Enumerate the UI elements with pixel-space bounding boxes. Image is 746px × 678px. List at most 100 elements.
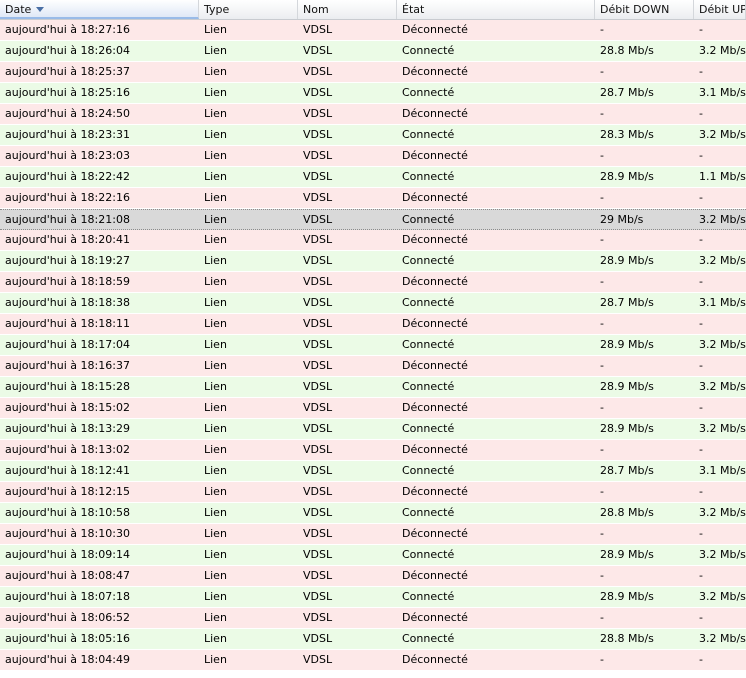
cell-date: aujourd'hui à 18:13:29 (5, 422, 130, 435)
cell-debit-down: - (600, 65, 604, 78)
table-row[interactable]: aujourd'hui à 18:12:41 Lien VDSL Connecté 28… (0, 461, 746, 482)
cell-date: aujourd'hui à 18:18:11 (5, 317, 130, 330)
column-header-nom[interactable]: Nom (298, 0, 397, 19)
cell-debit-down: - (600, 275, 604, 288)
cell-date: aujourd'hui à 18:04:49 (5, 653, 130, 666)
cell-debit-down: - (600, 401, 604, 414)
table-row[interactable]: aujourd'hui à 18:22:42 Lien VDSL Connecté 28… (0, 167, 746, 188)
table-row[interactable]: aujourd'hui à 18:06:52 Lien VDSL Déconnecté… (0, 608, 746, 629)
column-header-nom-label: Nom (303, 3, 329, 16)
cell-date: aujourd'hui à 18:23:31 (5, 128, 130, 141)
table-row[interactable]: aujourd'hui à 18:23:31 Lien VDSL Connecté 28… (0, 125, 746, 146)
cell-etat: Déconnecté (402, 65, 468, 78)
cell-type: Lien (204, 548, 227, 561)
cell-nom: VDSL (303, 653, 333, 666)
table-row[interactable]: aujourd'hui à 18:26:04 Lien VDSL Connecté 28… (0, 41, 746, 62)
cell-type: Lien (204, 213, 227, 226)
cell-type: Lien (204, 632, 227, 645)
table-row[interactable]: aujourd'hui à 18:13:29 Lien VDSL Connecté 28… (0, 419, 746, 440)
cell-date: aujourd'hui à 18:21:08 (5, 213, 130, 226)
table-row[interactable]: aujourd'hui à 18:10:58 Lien VDSL Connecté 28… (0, 503, 746, 524)
cell-debit-up: - (699, 485, 703, 498)
table-row[interactable]: aujourd'hui à 18:05:16 Lien VDSL Connecté 28… (0, 629, 746, 650)
cell-debit-down: - (600, 23, 604, 36)
cell-debit-up: 3.2 Mb/s (699, 422, 746, 435)
cell-debit-down: 28.9 Mb/s (600, 338, 654, 351)
cell-date: aujourd'hui à 18:08:47 (5, 569, 130, 582)
cell-debit-up: - (699, 233, 703, 246)
table-row[interactable]: aujourd'hui à 18:27:16 Lien VDSL Déconnecté… (0, 20, 746, 41)
column-header-date-label: Date (5, 3, 32, 16)
table-row[interactable]: aujourd'hui à 18:25:37 Lien VDSL Déconnecté… (0, 62, 746, 83)
cell-debit-up: 3.2 Mb/s (699, 213, 746, 226)
cell-nom: VDSL (303, 422, 333, 435)
cell-etat: Connecté (402, 632, 455, 645)
cell-debit-down: 28.8 Mb/s (600, 632, 654, 645)
cell-date: aujourd'hui à 18:18:59 (5, 275, 130, 288)
cell-date: aujourd'hui à 18:12:15 (5, 485, 130, 498)
cell-type: Lien (204, 506, 227, 519)
column-header-debit-down[interactable]: Débit DOWN (595, 0, 694, 19)
table-row[interactable]: aujourd'hui à 18:21:08 Lien VDSL Connecté 29… (0, 209, 746, 230)
cell-etat: Déconnecté (402, 107, 468, 120)
cell-nom: VDSL (303, 338, 333, 351)
cell-debit-down: - (600, 317, 604, 330)
cell-type: Lien (204, 233, 227, 246)
table-row[interactable]: aujourd'hui à 18:12:15 Lien VDSL Déconnecté… (0, 482, 746, 503)
table-row[interactable]: aujourd'hui à 18:18:59 Lien VDSL Déconnecté… (0, 272, 746, 293)
column-header-type[interactable]: Type (199, 0, 298, 19)
cell-nom: VDSL (303, 213, 333, 226)
cell-date: aujourd'hui à 18:15:28 (5, 380, 130, 393)
cell-date: aujourd'hui à 18:26:04 (5, 44, 130, 57)
column-header-etat[interactable]: État (397, 0, 595, 19)
cell-nom: VDSL (303, 443, 333, 456)
table-row[interactable]: aujourd'hui à 18:18:11 Lien VDSL Déconnecté… (0, 314, 746, 335)
cell-nom: VDSL (303, 632, 333, 645)
table-row[interactable]: aujourd'hui à 18:25:16 Lien VDSL Connecté 28… (0, 83, 746, 104)
cell-debit-down: 28.7 Mb/s (600, 296, 654, 309)
cell-nom: VDSL (303, 275, 333, 288)
cell-etat: Déconnecté (402, 275, 468, 288)
cell-debit-up: 3.2 Mb/s (699, 338, 746, 351)
table-row[interactable]: aujourd'hui à 18:24:50 Lien VDSL Déconnecté… (0, 104, 746, 125)
cell-type: Lien (204, 317, 227, 330)
cell-type: Lien (204, 107, 227, 120)
cell-etat: Déconnecté (402, 485, 468, 498)
table-row[interactable]: aujourd'hui à 18:08:47 Lien VDSL Déconnecté… (0, 566, 746, 587)
cell-etat: Déconnecté (402, 443, 468, 456)
table-row[interactable]: aujourd'hui à 18:16:37 Lien VDSL Déconnecté… (0, 356, 746, 377)
table-row[interactable]: aujourd'hui à 18:17:04 Lien VDSL Connecté 28… (0, 335, 746, 356)
table-row[interactable]: aujourd'hui à 18:20:41 Lien VDSL Déconnecté… (0, 230, 746, 251)
table-row[interactable]: aujourd'hui à 18:22:16 Lien VDSL Déconnecté… (0, 188, 746, 209)
column-header-etat-label: État (402, 3, 425, 16)
cell-debit-up: - (699, 65, 703, 78)
cell-debit-up: - (699, 527, 703, 540)
cell-debit-up: 3.2 Mb/s (699, 548, 746, 561)
column-header-debit-up[interactable]: Débit UP (694, 0, 746, 19)
cell-type: Lien (204, 443, 227, 456)
column-header-date[interactable]: Date (0, 0, 199, 19)
cell-etat: Connecté (402, 380, 455, 393)
cell-type: Lien (204, 380, 227, 393)
table-row[interactable]: aujourd'hui à 18:07:18 Lien VDSL Connecté 28… (0, 587, 746, 608)
table-row[interactable]: aujourd'hui à 18:23:03 Lien VDSL Déconnecté… (0, 146, 746, 167)
table-row[interactable]: aujourd'hui à 18:15:02 Lien VDSL Déconnecté… (0, 398, 746, 419)
cell-debit-up: 3.2 Mb/s (699, 44, 746, 57)
cell-etat: Déconnecté (402, 611, 468, 624)
table-row[interactable]: aujourd'hui à 18:13:02 Lien VDSL Déconnecté… (0, 440, 746, 461)
cell-nom: VDSL (303, 548, 333, 561)
cell-nom: VDSL (303, 149, 333, 162)
cell-nom: VDSL (303, 401, 333, 414)
cell-date: aujourd'hui à 18:06:52 (5, 611, 130, 624)
table-row[interactable]: aujourd'hui à 18:19:27 Lien VDSL Connecté 28… (0, 251, 746, 272)
table-row[interactable]: aujourd'hui à 18:09:14 Lien VDSL Connecté 28… (0, 545, 746, 566)
table-row[interactable]: aujourd'hui à 18:15:28 Lien VDSL Connecté 28… (0, 377, 746, 398)
cell-type: Lien (204, 485, 227, 498)
cell-debit-up: - (699, 653, 703, 666)
column-header-row: Date Type Nom État Débit DOWN Débit UP (0, 0, 746, 20)
cell-debit-up: - (699, 107, 703, 120)
table-row[interactable]: aujourd'hui à 18:10:30 Lien VDSL Déconnecté… (0, 524, 746, 545)
cell-debit-down: - (600, 485, 604, 498)
table-row[interactable]: aujourd'hui à 18:18:38 Lien VDSL Connecté 28… (0, 293, 746, 314)
table-row[interactable]: aujourd'hui à 18:04:49 Lien VDSL Déconnecté… (0, 650, 746, 671)
